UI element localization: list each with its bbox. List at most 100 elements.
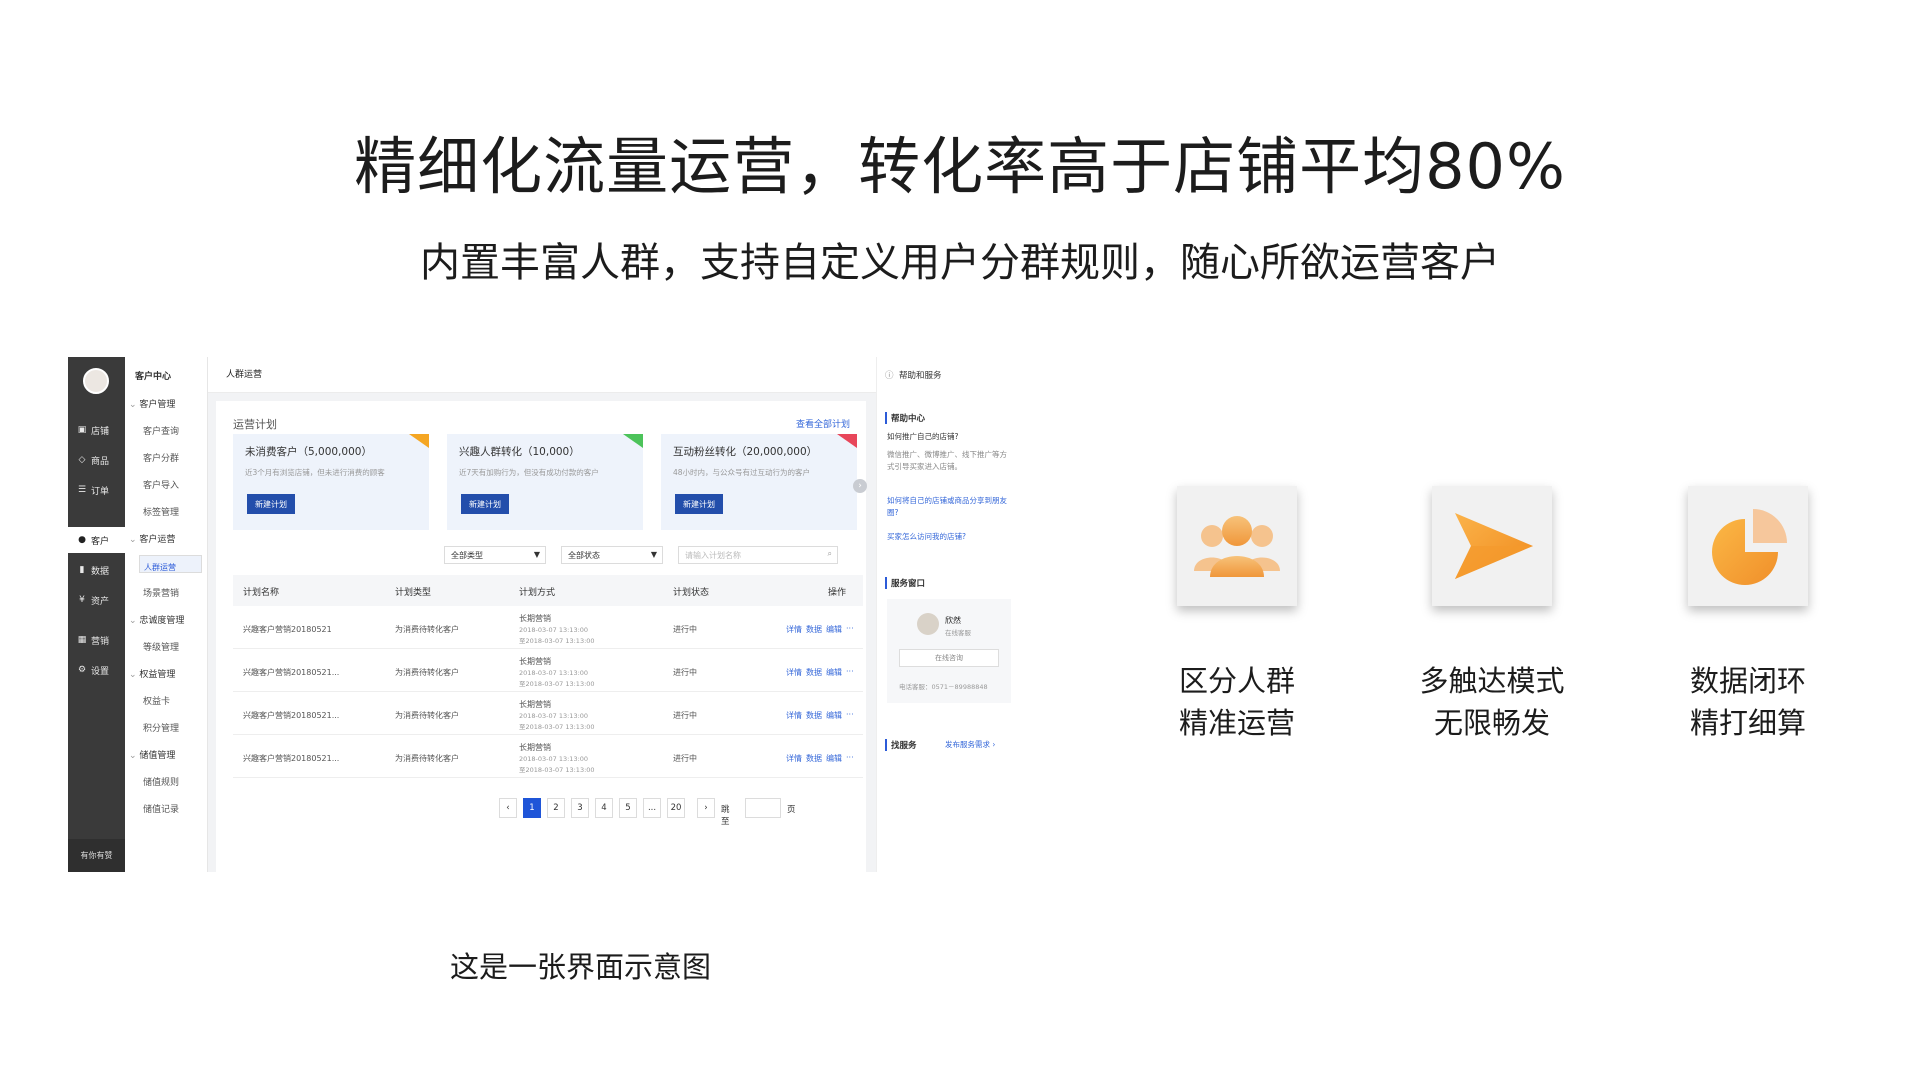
row-action[interactable]: 编辑 bbox=[826, 624, 842, 635]
plan-name: 兴趣客户营销20180521 bbox=[243, 625, 332, 634]
page-button[interactable]: 4 bbox=[595, 798, 613, 818]
nav-item[interactable]: ▣ 店铺 bbox=[68, 417, 125, 443]
help-link-visit[interactable]: 买家怎么访问我的店铺? bbox=[887, 531, 1011, 543]
sub-nav-item[interactable]: 积分管理 bbox=[125, 721, 208, 734]
feature-label-segment: 区分人群 精准运营 bbox=[1178, 664, 1295, 740]
row-action[interactable]: 数据 bbox=[806, 753, 822, 764]
sub-nav-group[interactable]: ⌄ 忠诚度管理 bbox=[125, 613, 208, 626]
type-select-value: 全部类型 bbox=[451, 551, 483, 560]
plan-type: 为消费待转化客户 bbox=[395, 668, 459, 677]
row-action[interactable]: 详情 bbox=[786, 753, 802, 764]
next-page-icon[interactable]: › bbox=[697, 798, 715, 818]
avatar[interactable] bbox=[83, 368, 109, 394]
type-select[interactable]: 全部类型 ▼ bbox=[444, 546, 546, 564]
sub-nav-item[interactable]: 等级管理 bbox=[125, 640, 208, 653]
sub-nav-item[interactable]: 储值规则 bbox=[125, 775, 208, 788]
row-action[interactable]: 详情 bbox=[786, 667, 802, 678]
plan-end: 至2018-03-07 13:13:00 bbox=[519, 723, 595, 731]
nav-item[interactable]: ▦ 营销 bbox=[68, 627, 125, 653]
page-button[interactable]: ... bbox=[643, 798, 661, 818]
nav-item[interactable]: ¥ 资产 bbox=[68, 587, 125, 613]
row-action[interactable]: 数据 bbox=[806, 710, 822, 721]
sub-nav-item[interactable]: 场景营销 bbox=[125, 586, 208, 599]
carousel-next-icon[interactable]: › bbox=[853, 479, 867, 493]
row-action[interactable]: ··· bbox=[846, 667, 854, 676]
nav-item[interactable]: ◇ 商品 bbox=[68, 447, 125, 473]
row-action[interactable]: ··· bbox=[846, 710, 854, 719]
sub-nav-item[interactable]: 人群运营 bbox=[139, 555, 202, 573]
status-select[interactable]: 全部状态 ▼ bbox=[561, 546, 663, 564]
view-all-link[interactable]: 查看全部计划 bbox=[796, 417, 850, 430]
sub-nav-item[interactable]: 客户查询 bbox=[125, 424, 208, 437]
row-action[interactable]: 详情 bbox=[786, 710, 802, 721]
sub-nav-group[interactable]: ⌄ 客户管理 bbox=[125, 397, 208, 410]
agent-status: 在线客服 bbox=[945, 629, 971, 637]
nav-item[interactable]: ● 客户 bbox=[68, 527, 125, 553]
page-button[interactable]: 5 bbox=[619, 798, 637, 818]
help-link-share[interactable]: 如何将自己的店铺或商品分享到朋友圈? bbox=[887, 495, 1011, 519]
page-button[interactable]: 1 bbox=[523, 798, 541, 818]
new-plan-button[interactable]: 新建计划 bbox=[675, 494, 723, 514]
row-action[interactable]: 详情 bbox=[786, 624, 802, 635]
page-button[interactable]: 20 bbox=[667, 798, 685, 818]
sub-nav-group[interactable]: ⌄ 权益管理 bbox=[125, 667, 208, 680]
nav-item[interactable]: ⚙ 设置 bbox=[68, 657, 125, 683]
row-action[interactable]: ··· bbox=[846, 753, 854, 762]
sub-nav-item[interactable]: 客户分群 bbox=[125, 451, 208, 464]
row-action[interactable]: 编辑 bbox=[826, 667, 842, 678]
jump-input[interactable] bbox=[745, 798, 781, 818]
new-plan-button[interactable]: 新建计划 bbox=[247, 494, 295, 514]
row-action[interactable]: 数据 bbox=[806, 624, 822, 635]
paper-plane-icon bbox=[1432, 486, 1552, 606]
col-actions: 操作 bbox=[828, 588, 847, 598]
page-title: 人群运营 bbox=[208, 357, 876, 393]
nav-item[interactable]: ▮ 数据 bbox=[68, 557, 125, 583]
plan-name: 兴趣客户营销20180521... bbox=[243, 668, 340, 677]
plan-desc: 近7天有加购行为，但没有成功付款的客户 bbox=[459, 468, 599, 477]
consult-button[interactable]: 在线咨询 bbox=[899, 649, 999, 667]
row-action[interactable]: 数据 bbox=[806, 667, 822, 678]
help-question[interactable]: 如何推广自己的店铺? bbox=[887, 431, 1011, 443]
plan-end: 至2018-03-07 13:13:00 bbox=[519, 637, 595, 645]
chevron-down-icon: ⌄ bbox=[129, 400, 137, 410]
sub-nav-group[interactable]: ⌄ 储值管理 bbox=[125, 748, 208, 761]
plan-search-input[interactable]: 请输入计划名称 ⌕ bbox=[678, 546, 838, 564]
plan-status: 进行中 bbox=[673, 754, 697, 763]
chevron-down-icon: ⌄ bbox=[129, 535, 137, 545]
plan-title: 兴趣人群转化（10,000） bbox=[459, 446, 580, 458]
store-icon: ▣ bbox=[77, 425, 87, 435]
publish-demand-link[interactable]: 发布服务需求 › bbox=[945, 739, 1015, 751]
table-row: 兴趣客户营销20180521... 为消费待转化客户 长期营销 2018-03-07 … bbox=[233, 649, 863, 692]
list-icon: ☰ bbox=[77, 485, 87, 495]
nav-footer: 有你有赞 bbox=[68, 839, 125, 872]
sub-nav-item[interactable]: 客户导入 bbox=[125, 478, 208, 491]
section-title: 运营计划 bbox=[233, 418, 277, 431]
row-action[interactable]: 编辑 bbox=[826, 710, 842, 721]
sub-nav-item[interactable]: 储值记录 bbox=[125, 802, 208, 815]
page-button[interactable]: 2 bbox=[547, 798, 565, 818]
plan-type: 为消费待转化客户 bbox=[395, 754, 459, 763]
prev-page-icon[interactable]: ‹ bbox=[499, 798, 517, 818]
find-service: 找服务 bbox=[885, 739, 917, 751]
nav-item[interactable]: ☰ 订单 bbox=[68, 477, 125, 503]
headline: 精细化流量运营，转化率高于店铺平均80% bbox=[354, 130, 1566, 203]
sub-nav-item[interactable]: 权益卡 bbox=[125, 694, 208, 707]
chevron-down-icon: ⌄ bbox=[129, 616, 137, 626]
row-action[interactable]: ··· bbox=[846, 624, 854, 633]
user-icon: ● bbox=[78, 535, 86, 545]
help-center-title: 帮助中心 bbox=[885, 412, 925, 424]
chevron-down-icon: ▼ bbox=[533, 550, 540, 559]
feature-label-reach: 多触达模式 无限畅发 bbox=[1419, 664, 1565, 740]
sub-nav-group[interactable]: ⌄ 客户运营 bbox=[125, 532, 208, 545]
service-box: 欣然 在线客服 在线咨询 电话客服：0571－89988848 bbox=[887, 599, 1011, 703]
new-plan-button[interactable]: 新建计划 bbox=[461, 494, 509, 514]
tag-icon: ◇ bbox=[78, 455, 86, 465]
sub-nav-item[interactable]: 标签管理 bbox=[125, 505, 208, 518]
chevron-down-icon: ⌄ bbox=[129, 670, 137, 680]
page-button[interactable]: 3 bbox=[571, 798, 589, 818]
jump-label: 跳至 bbox=[721, 805, 730, 827]
plan-title: 未消费客户（5,000,000） bbox=[245, 446, 372, 458]
col-mode: 计划方式 bbox=[519, 588, 556, 598]
left-nav: ▣ 店铺 ◇ 商品 ☰ 订单 ● 客户 ▮ 数据 ¥ 资产 ▦ 营销 ⚙ 设置 有你有赞 bbox=[68, 357, 125, 872]
row-action[interactable]: 编辑 bbox=[826, 753, 842, 764]
